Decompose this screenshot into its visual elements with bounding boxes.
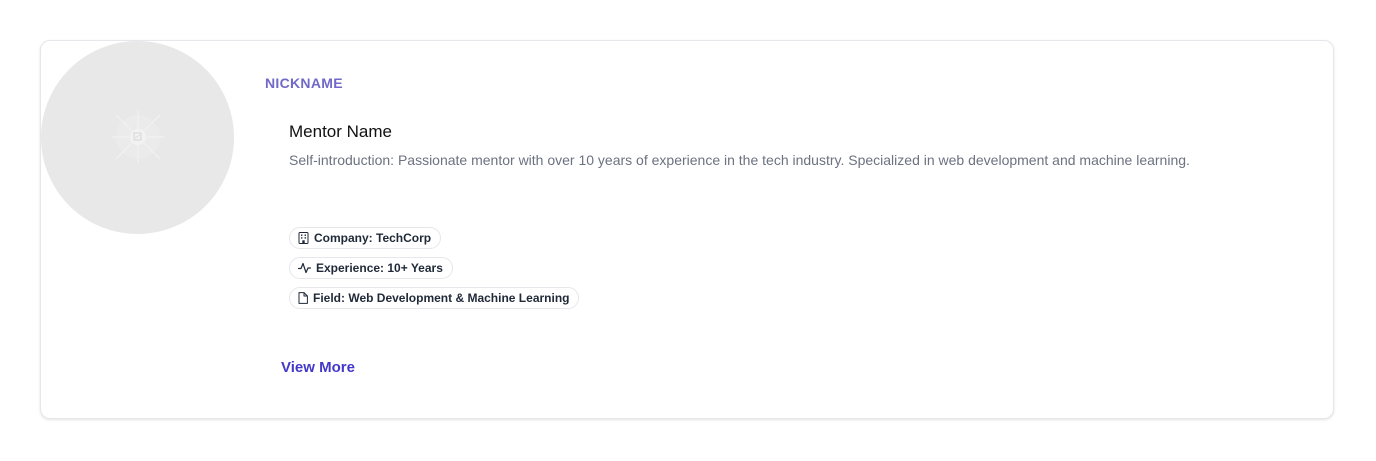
tag-company: Company: TechCorp bbox=[289, 227, 442, 249]
nickname-label: NICKNAME bbox=[265, 75, 343, 91]
tag-field: Field: Web Development & Machine Learnin… bbox=[289, 287, 580, 309]
tag-field-label: Field: Web Development & Machine Learnin… bbox=[313, 291, 570, 305]
tag-experience-label: Experience: 10+ Years bbox=[316, 261, 443, 275]
image-placeholder-icon bbox=[112, 111, 164, 163]
avatar bbox=[41, 41, 234, 234]
view-more-link[interactable]: View More bbox=[281, 359, 355, 376]
tag-list: Company: TechCorp Experience: 10+ Years … bbox=[289, 227, 580, 309]
tag-experience: Experience: 10+ Years bbox=[289, 257, 453, 279]
activity-icon bbox=[298, 262, 311, 274]
building-icon bbox=[298, 232, 309, 244]
file-icon bbox=[298, 292, 308, 304]
mentor-name: Mentor Name bbox=[289, 122, 392, 141]
self-introduction: Self-introduction: Passionate mentor wit… bbox=[289, 152, 1190, 168]
mentor-card: NICKNAME Mentor Name Self-introduction: … bbox=[40, 40, 1334, 419]
tag-company-label: Company: TechCorp bbox=[314, 231, 432, 245]
